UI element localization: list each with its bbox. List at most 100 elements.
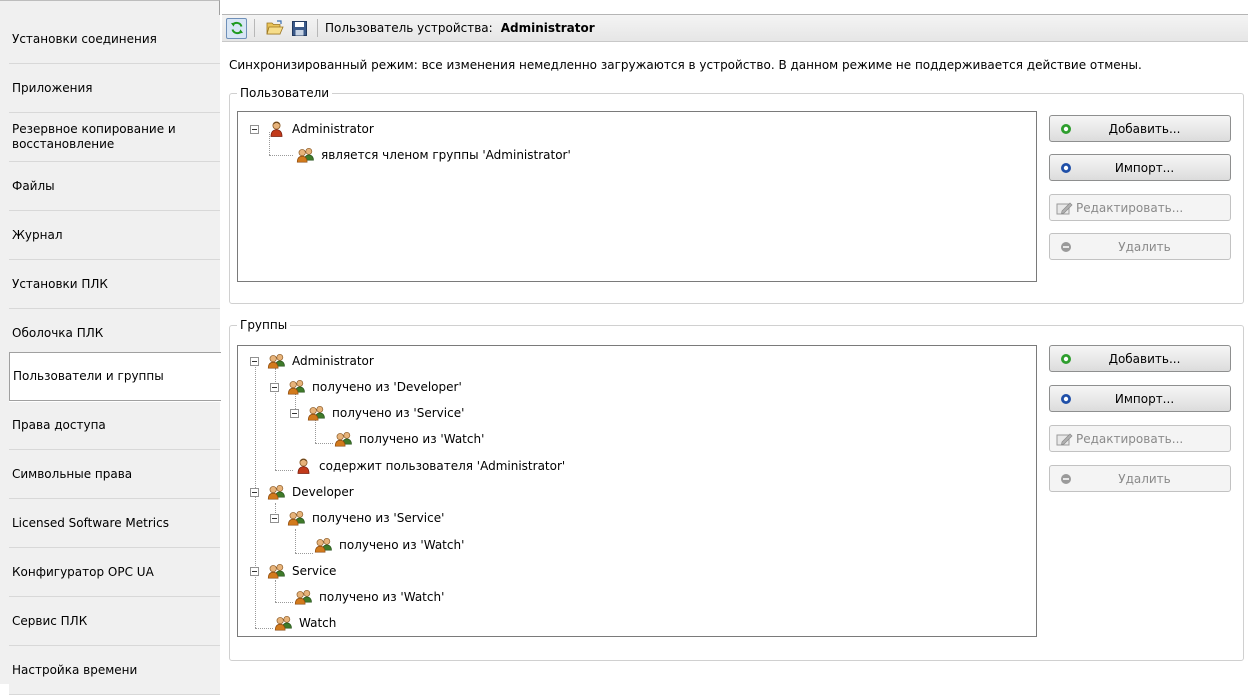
group-icon [296,147,315,163]
edit-user-button[interactable]: Редактировать... [1049,194,1231,221]
tree-node-label: Watch [299,616,337,630]
import-icon [1059,161,1073,175]
sidebar-item-access-rights[interactable]: Права доступа [9,401,220,450]
open-button[interactable] [264,18,285,39]
collapse-icon[interactable] [250,356,259,366]
groups-tree[interactable]: Administrator получено из 'Developer' по… [237,345,1037,637]
edit-icon [1056,201,1074,215]
add-user-button-label: Добавить... [1108,121,1181,136]
sidebar-item-log[interactable]: Журнал [9,211,220,260]
sidebar-item-opc-ua-configurator[interactable]: Конфигуратор OPC UA [9,548,220,597]
sidebar-item-applications[interactable]: Приложения [9,64,220,113]
sidebar-item-label: Файлы [12,178,55,193]
collapse-icon[interactable] [270,382,279,392]
delete-user-button[interactable]: Удалить [1049,233,1231,260]
tree-node-group[interactable]: получено из 'Watch' [294,584,444,610]
collapse-icon[interactable] [250,124,259,134]
groups-groupbox: Группы Administrator получено из 'Develo… [229,317,1244,661]
collapse-icon[interactable] [270,513,279,523]
sidebar-item-licensed-software-metrics[interactable]: Licensed Software Metrics [9,499,220,548]
edit-icon [1056,432,1074,446]
sidebar-item-connection-settings[interactable]: Установки соединения [9,15,220,64]
toolbar-separator [254,19,255,37]
users-tree[interactable]: Administrator является членом группы 'Ad… [237,111,1037,282]
add-group-button[interactable]: Добавить... [1049,345,1231,372]
edit-user-button-label: Редактировать... [1076,200,1184,215]
add-user-button[interactable]: Добавить... [1049,115,1231,142]
tree-node-label: является членом группы 'Administrator' [321,148,571,162]
sidebar-item-symbol-rights[interactable]: Символьные права [9,450,220,499]
group-icon [307,405,326,421]
tree-node-group[interactable]: Service [250,558,336,584]
open-folder-icon [265,20,284,35]
tree-node-label: содержит пользователя 'Administrator' [319,459,566,473]
tree-node-group[interactable]: получено из 'Watch' [314,532,464,558]
tree-node-label: Administrator [292,354,374,368]
tree-node-label: получено из 'Service' [332,406,465,420]
user-icon [267,121,286,137]
sidebar-item-label: Приложения [12,80,93,95]
delete-icon [1059,240,1073,254]
delete-icon [1059,472,1073,486]
sidebar-item-plc-shell[interactable]: Оболочка ПЛК [9,309,220,358]
sidebar: Установки соединения Приложения Резервно… [0,0,221,695]
tree-node-user[interactable]: содержит пользователя 'Administrator' [294,453,565,479]
delete-group-button-label: Удалить [1118,471,1171,486]
tree-node-label: получено из 'Watch' [339,538,465,552]
sidebar-item-backup-restore[interactable]: Резервное копирование и восстановление [9,113,220,162]
sidebar-item-time-settings[interactable]: Настройка времени [9,646,220,695]
sidebar-item-plc-settings[interactable]: Установки ПЛК [9,260,220,309]
edit-group-button[interactable]: Редактировать... [1049,425,1231,452]
add-group-button-label: Добавить... [1108,351,1181,366]
collapse-icon[interactable] [250,487,259,497]
tree-node-group[interactable]: Developer [250,479,354,505]
device-user-value: Administrator [500,21,595,35]
add-icon [1059,122,1073,136]
delete-group-button[interactable]: Удалить [1049,465,1231,492]
sidebar-item-label: Права доступа [12,417,106,432]
group-icon [267,353,286,369]
tree-node-label: получено из 'Service' [312,511,445,525]
group-icon [314,537,333,553]
import-icon [1059,392,1073,406]
group-icon [334,431,353,447]
groups-groupbox-title: Группы [237,317,291,333]
group-icon [267,563,286,579]
tree-node-group[interactable]: Administrator [250,348,374,374]
delete-user-button-label: Удалить [1118,239,1171,254]
tree-node-group[interactable]: Watch [274,610,336,636]
sidebar-item-label: Licensed Software Metrics [12,515,169,530]
sidebar-item-label: Конфигуратор OPC UA [12,564,154,579]
sidebar-item-users-groups[interactable]: Пользователи и группы [9,352,221,401]
import-user-button-label: Импорт... [1114,160,1175,175]
tree-node-group[interactable]: получено из 'Service' [270,505,444,531]
save-button[interactable] [289,18,310,39]
toolbar: Пользователь устройства: Administrator [222,14,1248,42]
tree-node-group[interactable]: получено из 'Watch' [334,426,484,452]
sidebar-item-label: Сервис ПЛК [12,613,88,628]
tree-node-label: получено из 'Developer' [312,380,462,394]
sidebar-item-label: Резервное копирование и восстановление [12,122,176,151]
tree-node-label: получено из 'Watch' [319,590,445,604]
tree-node-group[interactable]: получено из 'Service' [290,400,464,426]
collapse-icon[interactable] [290,408,299,418]
sidebar-item-plc-service[interactable]: Сервис ПЛК [9,597,220,646]
import-group-button-label: Импорт... [1114,391,1175,406]
group-icon [267,484,286,500]
users-groupbox-title: Пользователи [237,85,333,101]
group-icon [287,379,306,395]
import-group-button[interactable]: Импорт... [1049,385,1231,412]
sidebar-item-label: Оболочка ПЛК [12,325,104,340]
sidebar-item-files[interactable]: Файлы [9,162,220,211]
sidebar-item-label: Установки ПЛК [12,276,108,291]
sidebar-item-label: Символьные права [12,466,133,481]
collapse-icon[interactable] [250,566,259,576]
user-icon [294,458,313,474]
tree-node-membership[interactable]: является членом группы 'Administrator' [296,142,571,168]
tree-node-group[interactable]: получено из 'Developer' [270,374,462,400]
tree-node-user[interactable]: Administrator [250,116,374,142]
import-user-button[interactable]: Импорт... [1049,154,1231,181]
sync-button[interactable] [226,17,247,39]
sync-mode-info: Синхронизированный режим: все изменения … [229,58,1142,72]
edit-group-button-label: Редактировать... [1076,431,1184,446]
